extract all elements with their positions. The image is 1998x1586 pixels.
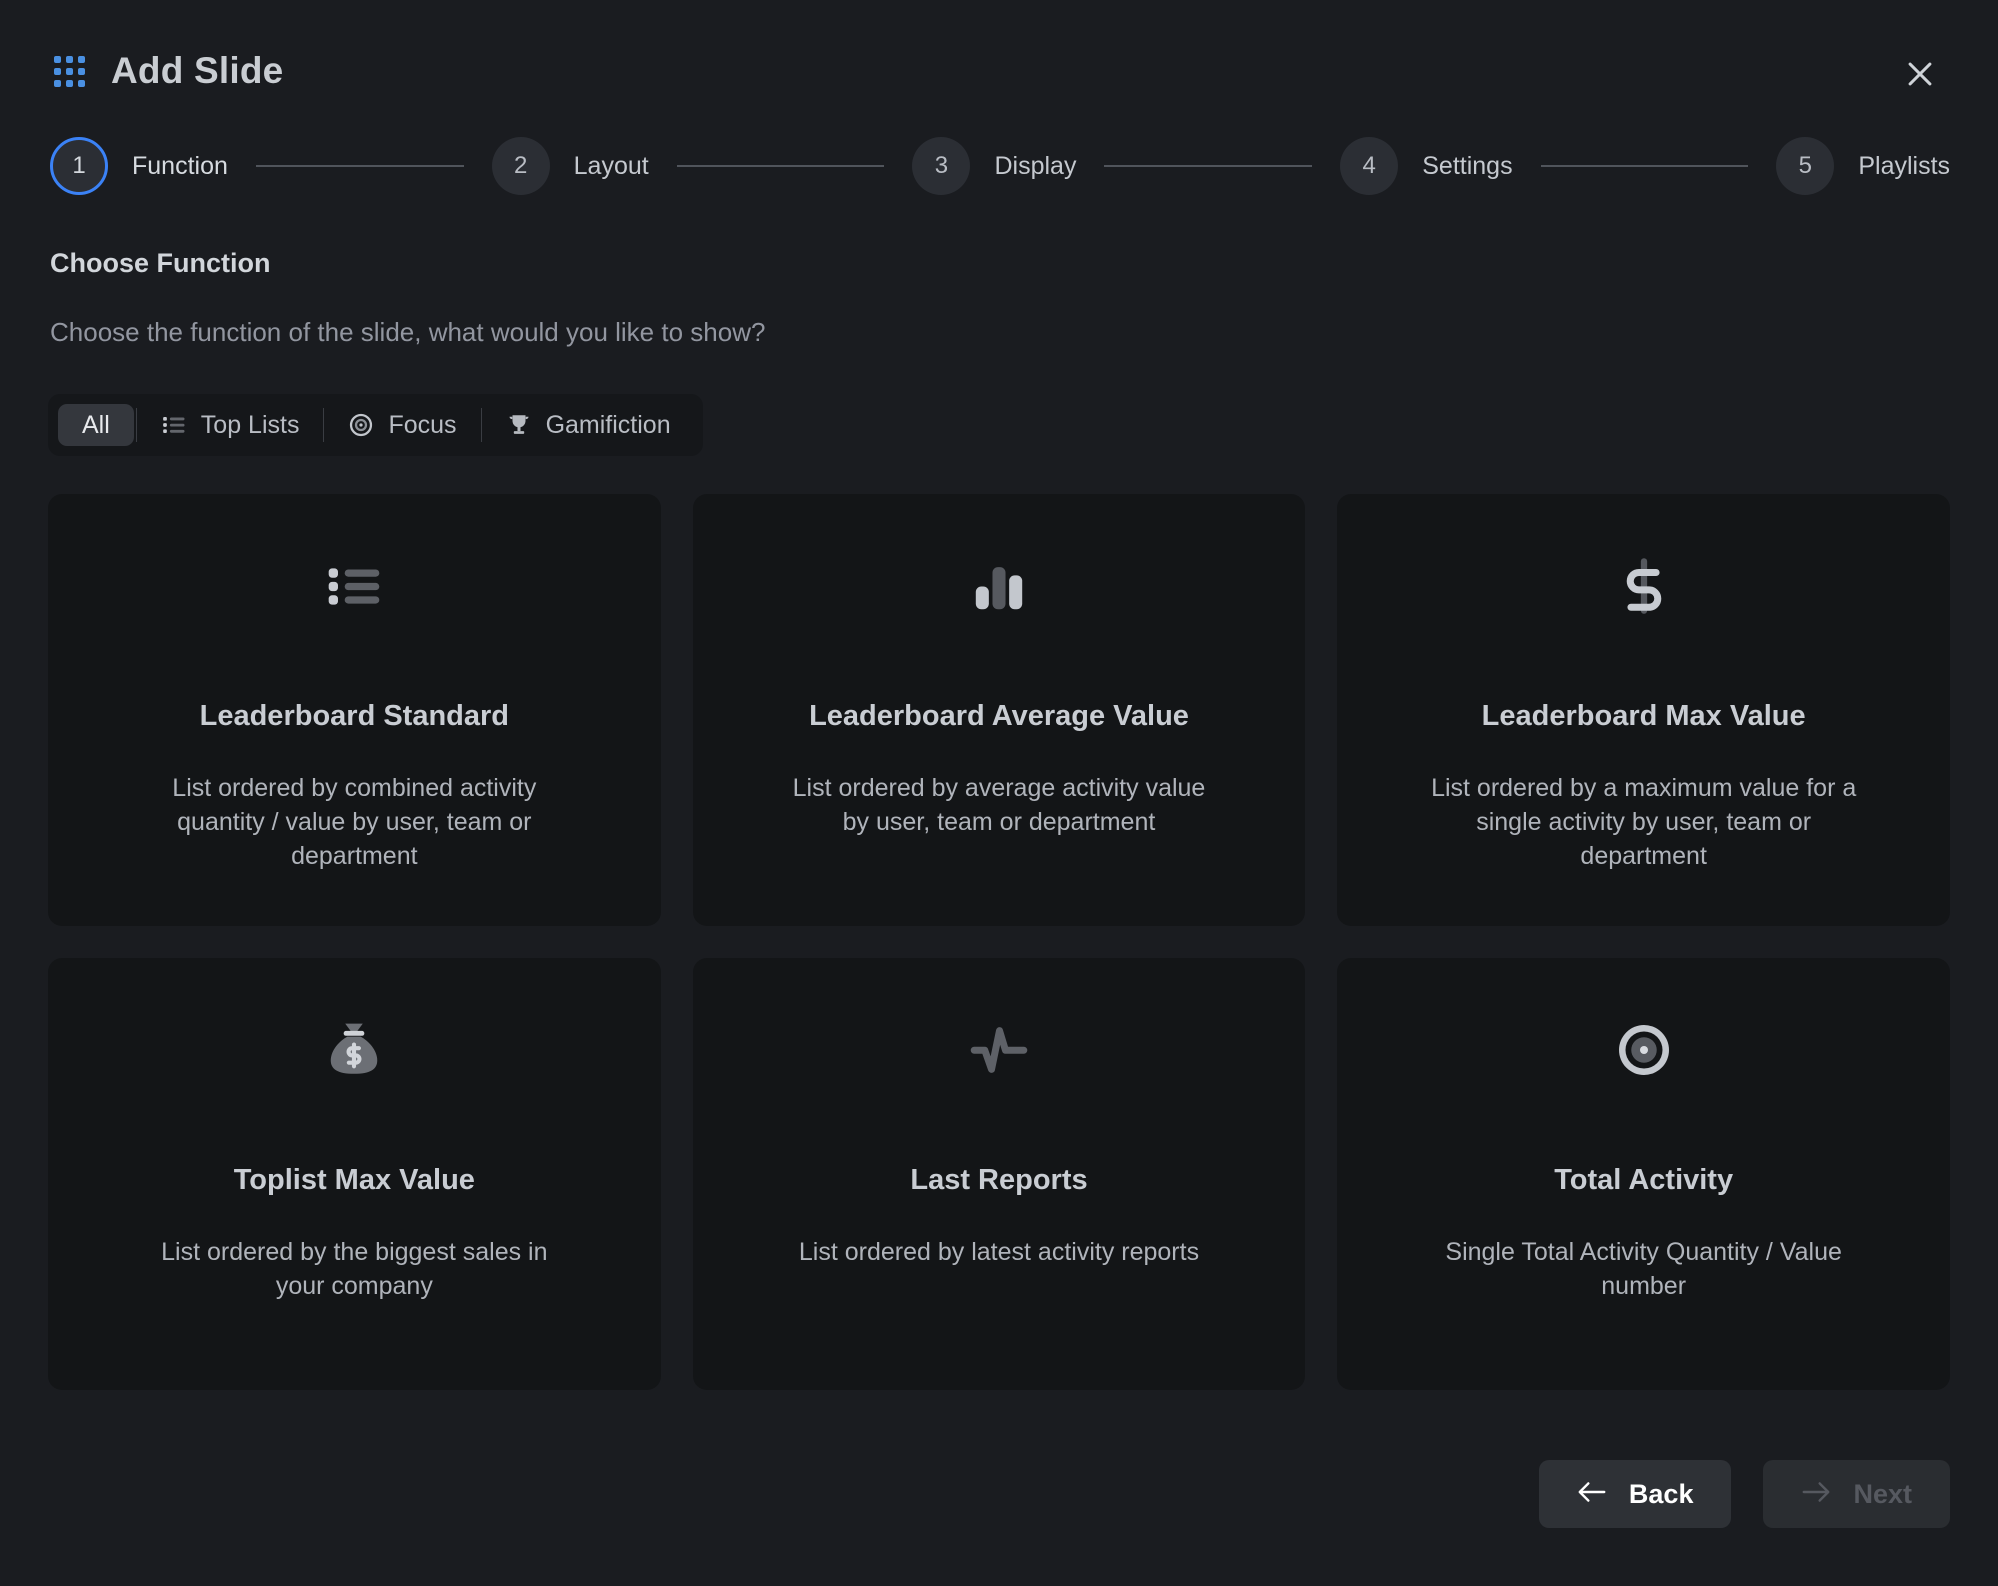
step-layout[interactable]: 2 Layout — [491, 137, 649, 195]
step-number: 2 — [491, 137, 550, 195]
back-label: Back — [1628, 1478, 1694, 1509]
filter-tab-top-lists[interactable]: Top Lists — [139, 404, 322, 446]
arrow-right-icon — [1801, 1479, 1831, 1510]
step-connector — [1104, 165, 1313, 167]
filter-divider — [135, 408, 137, 442]
money-bag-icon — [323, 1002, 385, 1098]
step-label: Layout — [573, 151, 649, 180]
filter-tab-gamifiction[interactable]: Gamifiction — [484, 404, 693, 446]
section-title: Choose Function — [50, 248, 271, 278]
list-icon — [161, 412, 187, 438]
list-icon — [323, 538, 385, 634]
function-card-toplist-max-value[interactable]: Toplist Max Value List ordered by the bi… — [48, 958, 661, 1390]
card-title: Leaderboard Average Value — [809, 700, 1189, 732]
filter-tabs: All Top Lists Focus Gamifiction — [48, 394, 703, 456]
function-card-leaderboard-average-value[interactable]: Leaderboard Average Value List ordered b… — [692, 494, 1306, 926]
step-label: Function — [132, 151, 228, 180]
arrow-left-icon — [1577, 1479, 1607, 1510]
page-title: Add Slide — [111, 50, 284, 91]
step-display[interactable]: 3 Display — [912, 137, 1076, 195]
modal-footer: Back Next — [1538, 1460, 1950, 1528]
close-button[interactable] — [1898, 52, 1942, 96]
filter-label: All — [82, 410, 110, 439]
step-connector — [1540, 165, 1749, 167]
filter-label: Top Lists — [200, 410, 300, 439]
function-card-grid: Leaderboard Standard List ordered by com… — [48, 494, 1950, 1390]
card-title: Leaderboard Max Value — [1481, 700, 1806, 732]
step-label: Display — [994, 151, 1077, 180]
step-number: 1 — [50, 137, 108, 195]
close-icon — [1903, 57, 1937, 91]
card-description: Single Total Activity Quantity / Value n… — [1445, 1238, 1842, 1300]
card-title: Toplist Max Value — [233, 1164, 475, 1196]
bar-chart-icon — [970, 538, 1028, 634]
filter-tab-all[interactable]: All — [58, 404, 134, 446]
step-number: 3 — [912, 137, 971, 195]
trophy-icon — [506, 412, 532, 438]
add-slide-modal: Add Slide 1 Function 2 Layout 3 Display … — [0, 0, 1998, 1586]
target-icon — [348, 412, 374, 438]
filter-label: Focus — [388, 410, 457, 439]
dollar-sign-icon — [1615, 538, 1673, 634]
card-title: Last Reports — [910, 1164, 1088, 1196]
step-label: Playlists — [1858, 151, 1951, 180]
step-number: 5 — [1776, 137, 1835, 195]
card-description: List ordered by the biggest sales in you… — [161, 1238, 548, 1300]
bullseye-icon — [1614, 1002, 1674, 1098]
step-playlists[interactable]: 5 Playlists — [1776, 137, 1950, 195]
modal-header: Add Slide — [48, 0, 1950, 120]
card-title: Total Activity — [1554, 1164, 1734, 1196]
card-description: List ordered by a maximum value for a si… — [1431, 774, 1857, 870]
card-description: List ordered by latest activity reports — [798, 1238, 1200, 1266]
pulse-icon — [968, 1002, 1030, 1098]
back-button[interactable]: Back — [1538, 1460, 1732, 1528]
step-settings[interactable]: 4 Settings — [1340, 137, 1513, 195]
next-label: Next — [1853, 1478, 1912, 1509]
step-label: Settings — [1422, 151, 1513, 180]
filter-label: Gamifiction — [545, 410, 671, 439]
function-card-total-activity[interactable]: Total Activity Single Total Activity Qua… — [1337, 958, 1950, 1390]
step-connector — [255, 165, 464, 167]
card-title: Leaderboard Standard — [199, 700, 510, 732]
section-subtitle: Choose the function of the slide, what w… — [50, 317, 766, 347]
next-button[interactable]: Next — [1763, 1460, 1950, 1528]
function-card-leaderboard-max-value[interactable]: Leaderboard Max Value List ordered by a … — [1337, 494, 1950, 926]
step-function[interactable]: 1 Function — [50, 137, 228, 195]
filter-tab-focus[interactable]: Focus — [326, 404, 478, 446]
card-description: List ordered by combined activity quanti… — [172, 774, 537, 870]
filter-divider — [323, 408, 325, 442]
function-card-last-reports[interactable]: Last Reports List ordered by latest acti… — [692, 958, 1306, 1390]
step-number: 4 — [1340, 137, 1399, 195]
wizard-stepper: 1 Function 2 Layout 3 Display 4 Settings… — [48, 120, 1950, 212]
card-description: List ordered by average activity value b… — [792, 774, 1206, 836]
grid-dots-icon — [54, 55, 85, 87]
step-connector — [676, 165, 885, 167]
function-card-leaderboard-standard[interactable]: Leaderboard Standard List ordered by com… — [48, 494, 661, 926]
filter-divider — [480, 408, 482, 442]
